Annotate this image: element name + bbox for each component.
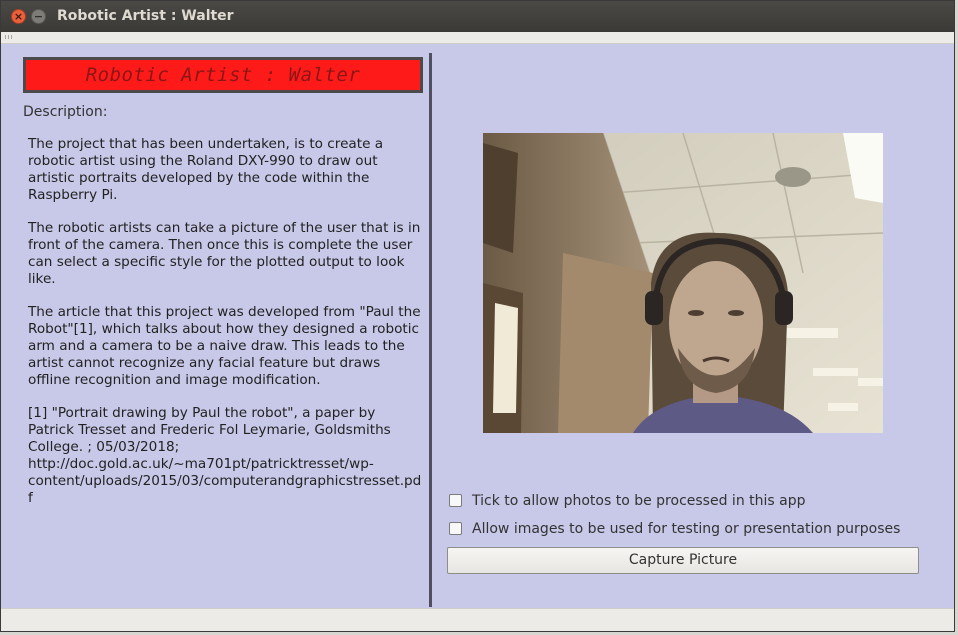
description-text: The project that has been undertaken, is…	[28, 136, 423, 523]
minimize-icon[interactable]: −	[31, 9, 46, 24]
status-strip	[1, 608, 954, 631]
camera-preview-image	[483, 133, 883, 433]
description-paragraph: The article that this project was develo…	[28, 304, 421, 388]
reference-paragraph: [1] "Portrait drawing by Paul the robot"…	[28, 405, 422, 506]
panel-divider	[429, 53, 432, 607]
process-consent-checkbox[interactable]	[449, 494, 462, 507]
description-paragraph: The robotic artists can take a picture o…	[28, 220, 421, 287]
process-consent-label[interactable]: Tick to allow photos to be processed in …	[472, 493, 805, 509]
testing-consent-checkbox[interactable]	[449, 522, 462, 535]
description-paragraph: The project that has been undertaken, is…	[28, 136, 384, 203]
app-window: × − Robotic Artist : Walter Robotic Arti…	[0, 0, 955, 632]
window-title: Robotic Artist : Walter	[57, 8, 234, 24]
menu-strip	[1, 32, 954, 44]
webcam-photo	[483, 133, 883, 433]
grip-handle	[5, 35, 13, 39]
app-header-banner: Robotic Artist : Walter	[23, 57, 423, 93]
description-panel: Robotic Artist : Walter Description: The…	[1, 44, 429, 607]
description-label: Description:	[23, 104, 108, 120]
testing-consent-label[interactable]: Allow images to be used for testing or p…	[472, 521, 900, 537]
close-icon[interactable]: ×	[11, 9, 26, 24]
app-header-title: Robotic Artist : Walter	[85, 64, 361, 86]
capture-picture-button[interactable]: Capture Picture	[447, 547, 919, 574]
title-bar: × − Robotic Artist : Walter	[1, 1, 954, 32]
